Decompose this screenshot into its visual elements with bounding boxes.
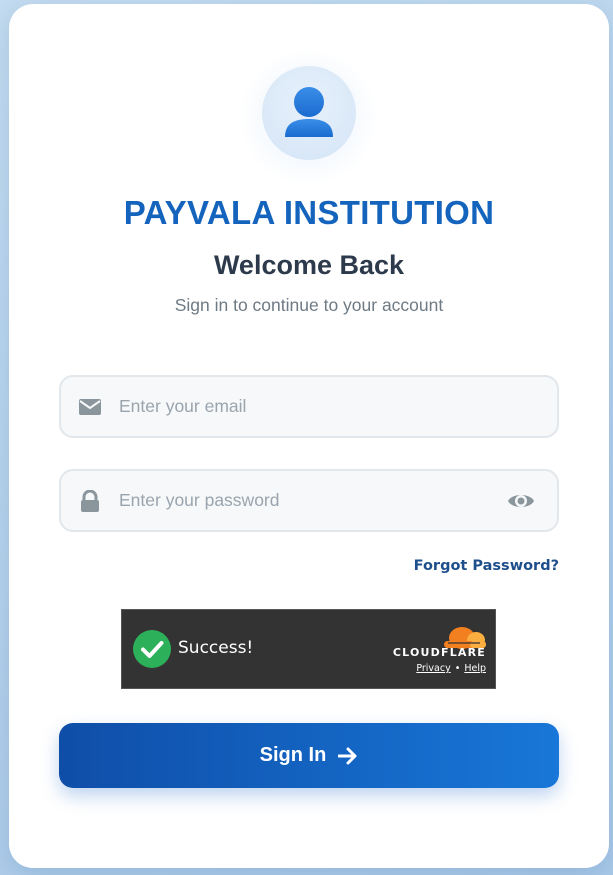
captcha-widget[interactable]: Success! CLOUDFLARE Privacy • Help (121, 609, 496, 689)
link-separator: • (454, 663, 461, 674)
password-input[interactable] (119, 471, 489, 530)
captcha-status: Success! (178, 638, 254, 658)
sign-in-label: Sign In (259, 744, 327, 766)
checkmark-icon (133, 630, 171, 668)
help-link[interactable]: Help (464, 663, 486, 674)
cloudflare-brand: CLOUDFLARE (392, 646, 486, 659)
sign-in-button[interactable]: Sign In (59, 723, 559, 788)
envelope-icon (79, 399, 101, 415)
privacy-link[interactable]: Privacy (416, 663, 450, 674)
user-icon (285, 87, 333, 137)
email-input[interactable] (119, 377, 489, 436)
eye-icon[interactable] (507, 490, 535, 512)
page-title: Welcome Back (213, 250, 405, 280)
captcha-links: Privacy • Help (416, 663, 486, 674)
login-card: PAYVALA INSTITUTION Welcome Back Sign in… (9, 4, 609, 868)
page-subtitle: Sign in to continue to your account (174, 295, 444, 315)
password-field-wrapper (59, 469, 559, 532)
lock-icon (81, 490, 99, 512)
avatar (262, 66, 356, 160)
forgot-password-link[interactable]: Forgot Password? (414, 558, 559, 574)
email-field-wrapper (59, 375, 559, 438)
brand-name: PAYVALA INSTITUTION (123, 194, 495, 231)
arrow-right-icon (338, 747, 357, 764)
